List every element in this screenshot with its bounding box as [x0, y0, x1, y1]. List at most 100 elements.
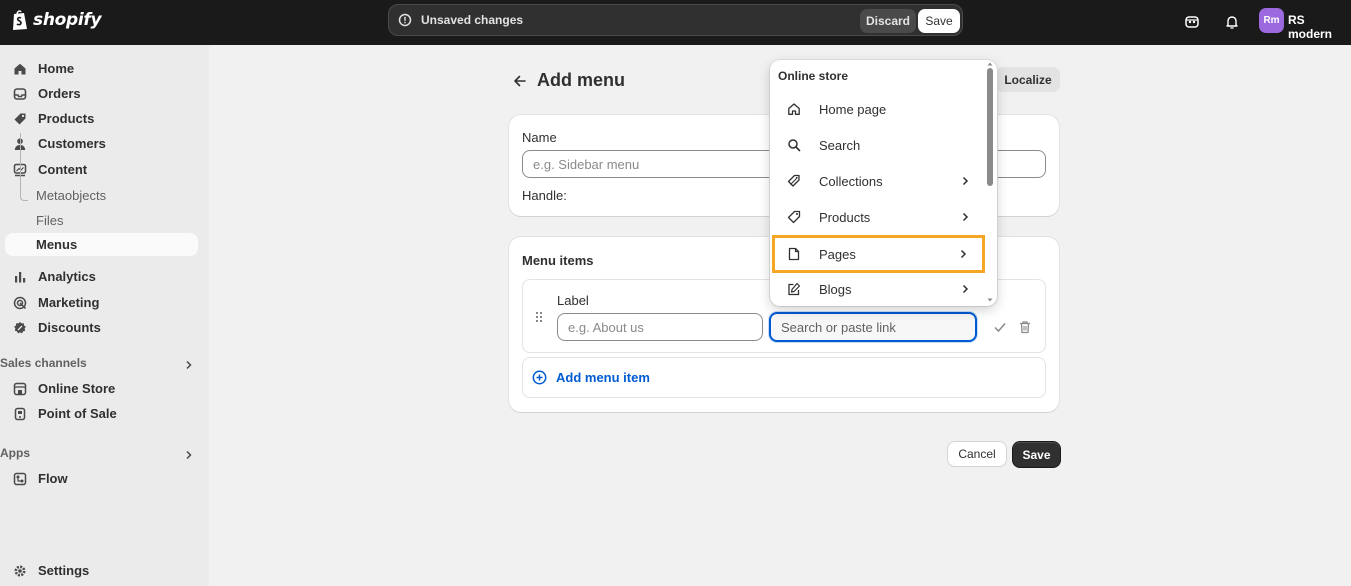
save-button[interactable]: Save — [1013, 442, 1060, 467]
dropdown-item-label: Products — [819, 209, 871, 225]
top-save-button[interactable]: Save — [918, 9, 960, 33]
sidebar-item-products[interactable]: Products — [5, 107, 198, 130]
blog-icon — [786, 281, 802, 297]
chevron-right-icon — [962, 212, 969, 222]
unsaved-changes-text: Unsaved changes — [421, 13, 524, 27]
chevron-right-icon[interactable] — [184, 360, 194, 370]
sidebar-item-discounts[interactable]: Discounts — [5, 316, 198, 339]
bell-icon[interactable] — [1222, 12, 1242, 32]
menu-items-heading: Menu items — [522, 253, 594, 268]
sidebar-item-settings[interactable]: Settings — [5, 559, 198, 582]
orders-icon — [12, 86, 28, 102]
arrow-left-icon[interactable] — [512, 73, 528, 89]
sidebar-sub-label: Menus — [36, 237, 78, 252]
dropdown-item-products[interactable]: Products — [774, 200, 985, 234]
drag-handle-icon[interactable] — [535, 311, 543, 323]
sidebar-item-online-store[interactable]: Online Store — [5, 377, 198, 400]
store-icon — [12, 381, 28, 397]
sidebar-item-label: Flow — [38, 471, 68, 486]
sidebar-item-label: Customers — [38, 136, 106, 151]
sidebar-item-marketing[interactable]: Marketing — [5, 291, 198, 314]
add-menu-item-button[interactable]: Add menu item — [532, 370, 650, 385]
sidebar-item-label: Analytics — [38, 269, 96, 284]
name-label: Name — [522, 130, 557, 145]
collection-tag-icon — [786, 173, 802, 189]
flow-icon — [12, 471, 28, 487]
gear-icon — [12, 563, 28, 579]
sidebar-item-customers[interactable]: Customers — [5, 132, 198, 155]
sidebar-item-label: Content — [38, 162, 88, 177]
sidebar-item-label: Products — [38, 111, 95, 126]
plus-circle-icon — [532, 370, 547, 385]
scroll-down-arrow-icon[interactable] — [987, 298, 993, 302]
link-search-input[interactable] — [769, 312, 977, 342]
trash-icon[interactable] — [1017, 319, 1033, 335]
link-dropdown: Online store Home page Search Collection… — [770, 60, 997, 306]
home-icon — [12, 61, 28, 77]
home-icon — [786, 101, 802, 117]
discard-button[interactable]: Discard — [860, 9, 916, 33]
sidebar-item-label: Point of Sale — [38, 406, 117, 421]
store-name[interactable]: RS modern — [1288, 13, 1351, 41]
target-icon — [12, 295, 28, 311]
dropdown-scrollbar[interactable] — [987, 68, 993, 186]
brand-name: shopify — [33, 10, 102, 30]
sidebar-item-label: Settings — [38, 563, 90, 578]
sidebar-item-menus[interactable]: Menus — [5, 233, 198, 256]
cancel-button[interactable]: Cancel — [948, 442, 1006, 466]
sidebar-item-label: Home — [38, 61, 75, 76]
chevron-right-icon — [962, 284, 969, 294]
sidebar-item-label: Discounts — [38, 320, 101, 335]
sidebar-item-content[interactable]: Content — [5, 158, 198, 181]
sidebar-item-analytics[interactable]: Analytics — [5, 265, 198, 288]
page-header: Add menu — [512, 70, 625, 91]
pos-icon — [12, 406, 28, 422]
page-title: Add menu — [537, 70, 625, 90]
dropdown-item-label: Home page — [819, 101, 887, 117]
sales-channels-heading: Sales channels — [0, 356, 87, 370]
unsaved-changes-bar: Unsaved changes Discard Save — [388, 4, 963, 36]
handle-label: Handle: — [522, 188, 567, 203]
sidebar-sub-label: Files — [36, 212, 64, 228]
assistant-icon[interactable] — [1182, 12, 1202, 32]
tree-line — [20, 133, 21, 194]
sidebar-item-label: Marketing — [38, 295, 100, 310]
dropdown-item-blogs[interactable]: Blogs — [774, 272, 985, 306]
chevron-right-icon — [962, 176, 969, 186]
dropdown-item-collections[interactable]: Collections — [774, 164, 985, 198]
apps-heading: Apps — [0, 446, 30, 460]
sidebar-sub-label: Metaobjects — [36, 187, 107, 203]
top-bar: shopify Unsaved changes Discard Save Rm … — [0, 0, 1351, 45]
dropdown-item-home-page[interactable]: Home page — [774, 92, 985, 126]
alert-circle-icon — [398, 13, 412, 27]
checkmark-icon[interactable] — [992, 319, 1008, 335]
item-label-input[interactable] — [557, 313, 763, 341]
sidebar-item-label: Orders — [38, 86, 81, 101]
dropdown-item-label: Pages — [819, 246, 856, 262]
sidebar-item-point-of-sale[interactable]: Point of Sale — [5, 402, 198, 425]
shopify-bag-icon — [13, 10, 27, 30]
dropdown-item-label: Search — [819, 137, 861, 153]
chevron-right-icon — [960, 249, 967, 259]
dropdown-title: Online store — [778, 69, 849, 83]
search-icon — [786, 137, 802, 153]
dropdown-item-search[interactable]: Search — [774, 128, 985, 162]
tag-icon — [12, 111, 28, 127]
localize-button[interactable]: Localize — [996, 67, 1060, 92]
chevron-right-icon[interactable] — [184, 450, 194, 460]
add-menu-item-label: Add menu item — [556, 370, 650, 385]
tree-elbow — [20, 193, 28, 201]
sidebar-item-home[interactable]: Home — [5, 57, 198, 80]
item-label-label: Label — [557, 293, 589, 308]
avatar[interactable]: Rm — [1259, 8, 1284, 33]
sidebar-item-files[interactable]: Files — [36, 210, 63, 230]
sidebar-item-orders[interactable]: Orders — [5, 82, 198, 105]
sidebar-item-metaobjects[interactable]: Metaobjects — [36, 185, 106, 205]
scroll-up-arrow-icon[interactable] — [987, 62, 993, 66]
sidebar-item-label: Online Store — [38, 381, 116, 396]
discount-icon — [12, 320, 28, 336]
dropdown-item-pages[interactable]: Pages — [772, 235, 985, 273]
chart-icon — [12, 269, 28, 285]
sidebar-item-flow[interactable]: Flow — [5, 467, 198, 490]
shopify-logo[interactable]: shopify — [11, 9, 102, 31]
